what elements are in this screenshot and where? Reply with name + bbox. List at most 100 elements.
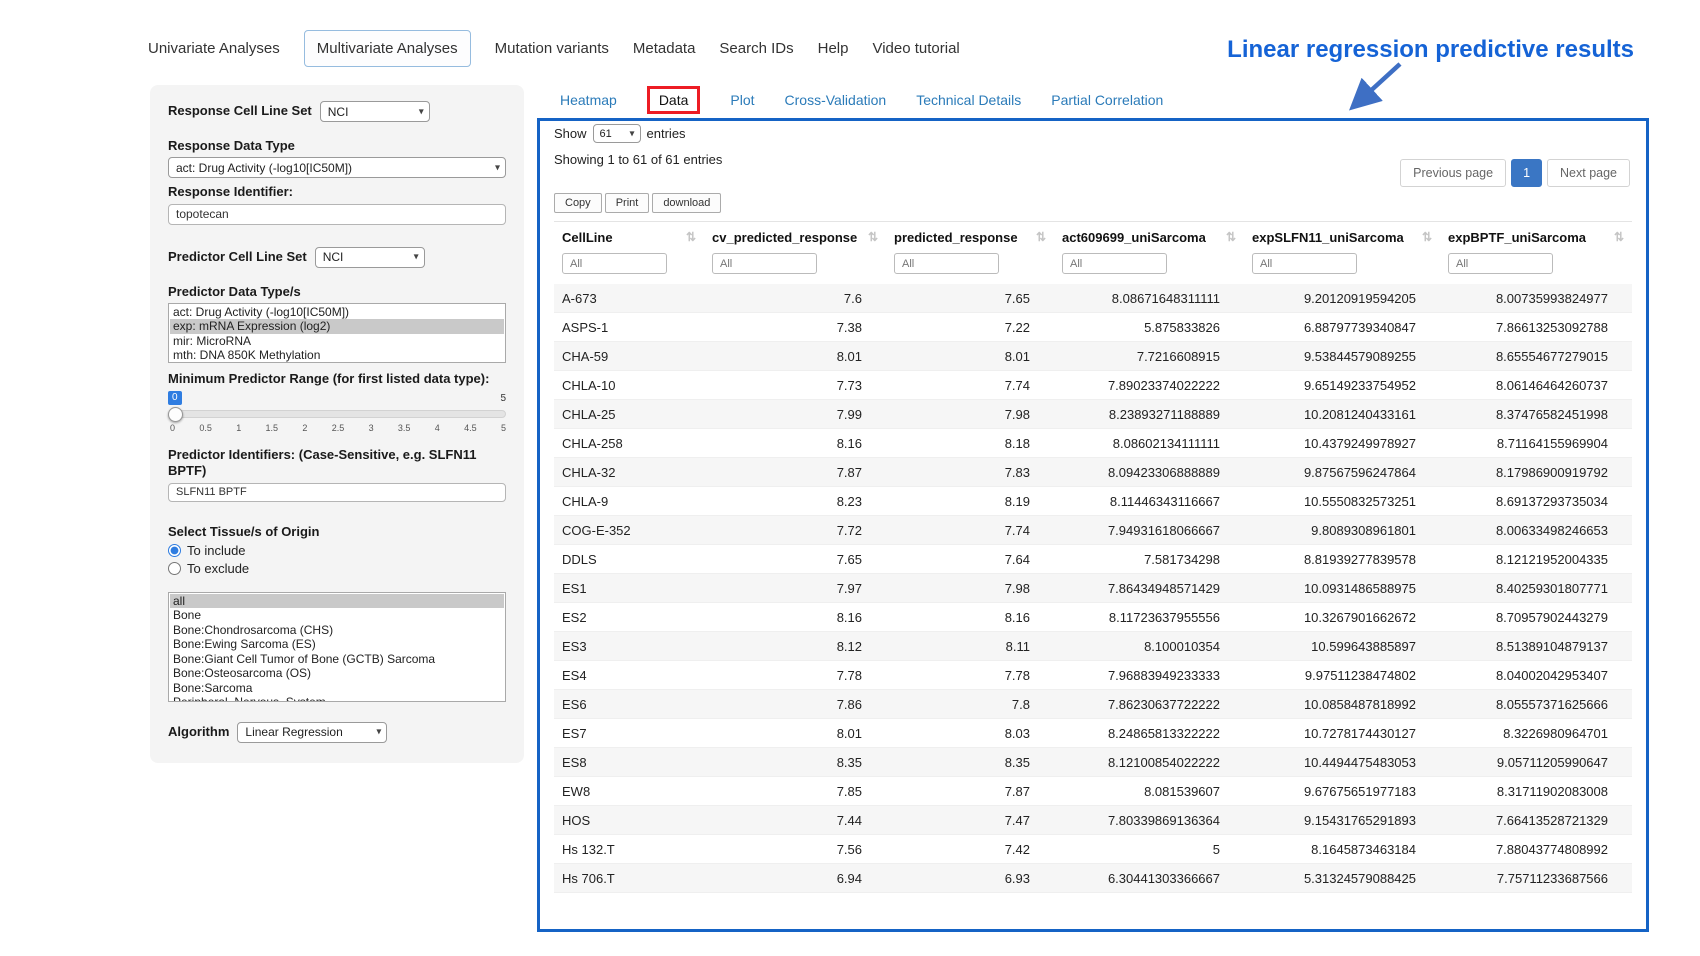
result-tab-partial-correlation[interactable]: Partial Correlation [1051, 92, 1163, 108]
cell-value: 7.78 [704, 661, 886, 690]
sort-icon[interactable]: ⇅ [868, 230, 878, 244]
tissue-mode-option-to-include[interactable]: To include [168, 543, 506, 558]
sort-icon[interactable]: ⇅ [1036, 230, 1046, 244]
slider-handle[interactable] [168, 407, 183, 422]
column-header-expslfn11-unisarcoma[interactable]: expSLFN11_uniSarcoma⇅ [1244, 222, 1440, 252]
table-row-hs-132-t[interactable]: Hs 132.T7.567.4258.16458734631847.880437… [554, 835, 1632, 864]
slider-track[interactable] [168, 410, 506, 418]
cell-value: 10.599643885897 [1244, 632, 1440, 661]
table-row-es4[interactable]: ES47.787.787.968839492333339.97511238474… [554, 661, 1632, 690]
filter-input-expbptf-unisarcoma[interactable] [1448, 253, 1553, 274]
result-tab-data[interactable]: Data [647, 86, 701, 114]
result-tab-technical-details[interactable]: Technical Details [916, 92, 1021, 108]
table-row-hos[interactable]: HOS7.447.477.803398691363649.15431765291… [554, 806, 1632, 835]
table-row-chla-258[interactable]: CHLA-2588.168.188.0860213411111110.43792… [554, 429, 1632, 458]
predictor-data-type-option-exp-mrna-expression-log2[interactable]: exp: mRNA Expression (log2) [170, 319, 504, 334]
nav-tab-search-ids[interactable]: Search IDs [719, 31, 793, 66]
table-row-es1[interactable]: ES17.977.987.8643494857142910.0931486588… [554, 574, 1632, 603]
predictor-data-type-option-mir-microrna[interactable]: mir: MicroRNA [170, 334, 504, 349]
table-row-chla-32[interactable]: CHLA-327.877.838.094233068888899.8756759… [554, 458, 1632, 487]
nav-tab-mutation-variants[interactable]: Mutation variants [495, 31, 609, 66]
cell-value: 7.89023374022222 [1054, 371, 1244, 400]
table-row-es6[interactable]: ES67.867.87.8623063772222210.08584878189… [554, 690, 1632, 719]
table-row-es8[interactable]: ES88.358.358.1210085402222210.4494475483… [554, 748, 1632, 777]
tissue-mode-radio-to-exclude[interactable] [168, 562, 181, 575]
table-row-ew8[interactable]: EW87.857.878.0815396079.676756519771838.… [554, 777, 1632, 806]
table-row-cog-e-352[interactable]: COG-E-3527.727.747.949316180666679.80893… [554, 516, 1632, 545]
column-header-cellline[interactable]: CellLine⇅ [554, 222, 704, 252]
tissue-option-bone-osteosarcoma-os[interactable]: Bone:Osteosarcoma (OS) [170, 666, 504, 681]
filter-input-cv-predicted-response[interactable] [712, 253, 817, 274]
table-row-es2[interactable]: ES28.168.168.1172363795555610.3267901662… [554, 603, 1632, 632]
tissue-option-bone[interactable]: Bone [170, 608, 504, 623]
algorithm-select[interactable]: Linear Regression [237, 722, 387, 743]
response-data-type-select[interactable]: act: Drug Activity (-log10[IC50M]) [168, 157, 506, 178]
sort-icon[interactable]: ⇅ [1226, 230, 1236, 244]
cell-value: 8.51389104879137 [1440, 632, 1632, 661]
tissue-option-bone-giant-cell-tumor-of-bone-gctb-sarcoma[interactable]: Bone:Giant Cell Tumor of Bone (GCTB) Sar… [170, 652, 504, 667]
copy-button[interactable]: Copy [554, 193, 602, 213]
nav-tab-multivariate-analyses[interactable]: Multivariate Analyses [304, 30, 471, 67]
table-row-es7[interactable]: ES78.018.038.2486581332222210.7278174430… [554, 719, 1632, 748]
tissue-option-all[interactable]: all [170, 594, 504, 609]
result-tab-heatmap[interactable]: Heatmap [560, 92, 617, 108]
tissue-option-peripheral-nervous-system[interactable]: Peripheral_Nervous_System [170, 695, 504, 702]
result-tab-cross-validation[interactable]: Cross-Validation [785, 92, 887, 108]
nav-tab-video-tutorial[interactable]: Video tutorial [872, 31, 959, 66]
tissue-mode-option-to-exclude[interactable]: To exclude [168, 561, 506, 576]
table-row-hs-706-t[interactable]: Hs 706.T6.946.936.304413033666675.313245… [554, 864, 1632, 893]
table-row-ddls[interactable]: DDLS7.657.647.5817342988.819392778395788… [554, 545, 1632, 574]
tissue-listbox[interactable]: allBoneBone:Chondrosarcoma (CHS)Bone:Ewi… [168, 592, 506, 702]
filter-input-expslfn11-unisarcoma[interactable] [1252, 253, 1357, 274]
filter-input-act609699-unisarcoma[interactable] [1062, 253, 1167, 274]
table-row-cha-59[interactable]: CHA-598.018.017.72166089159.538445790892… [554, 342, 1632, 371]
table-row-a-673[interactable]: A-6737.67.658.086716483111119.2012091959… [554, 284, 1632, 313]
response-identifier-input[interactable] [168, 204, 506, 225]
response-cell-line-set-select[interactable]: NCI [320, 101, 430, 122]
table-row-chla-25[interactable]: CHLA-257.997.988.2389327118888910.208124… [554, 400, 1632, 429]
sort-icon[interactable]: ⇅ [1422, 230, 1432, 244]
nav-tab-help[interactable]: Help [818, 31, 849, 66]
predictor-cell-line-set-select[interactable]: NCI [315, 247, 425, 268]
slider-ticks: 00.511.522.533.544.55 [170, 423, 506, 433]
table-row-chla-10[interactable]: CHLA-107.737.747.890233740222229.6514923… [554, 371, 1632, 400]
tissue-option-bone-sarcoma[interactable]: Bone:Sarcoma [170, 681, 504, 696]
nav-tab-metadata[interactable]: Metadata [633, 31, 696, 66]
entries-label: entries [647, 126, 686, 141]
cell-value: 6.94 [704, 864, 886, 893]
predictor-data-type-option-act-drug-activity-log10-ic50m[interactable]: act: Drug Activity (-log10[IC50M]) [170, 305, 504, 320]
sort-icon[interactable]: ⇅ [686, 230, 696, 244]
cell-value: 7.8 [886, 690, 1054, 719]
predictor-data-type-option-mth-dna-850k-methylation[interactable]: mth: DNA 850K Methylation [170, 348, 504, 363]
next-page-button[interactable]: Next page [1547, 159, 1630, 187]
column-header-act609699-unisarcoma[interactable]: act609699_uniSarcoma⇅ [1054, 222, 1244, 252]
entries-select[interactable]: 61 [593, 124, 641, 143]
previous-page-button[interactable]: Previous page [1400, 159, 1506, 187]
tissue-option-bone-ewing-sarcoma-es[interactable]: Bone:Ewing Sarcoma (ES) [170, 637, 504, 652]
cell-value: 8.16 [886, 603, 1054, 632]
print-button[interactable]: Print [605, 193, 650, 213]
cell-value: 8.06146464260737 [1440, 371, 1632, 400]
filter-input-predicted-response[interactable] [894, 253, 999, 274]
predictor-identifiers-input[interactable] [168, 483, 506, 502]
column-header-cv-predicted-response[interactable]: cv_predicted_response⇅ [704, 222, 886, 252]
download-button[interactable]: download [652, 193, 721, 213]
table-row-es3[interactable]: ES38.128.118.10001035410.5996438858978.5… [554, 632, 1632, 661]
cell-value: 9.8089308961801 [1244, 516, 1440, 545]
tissue-option-bone-chondrosarcoma-chs[interactable]: Bone:Chondrosarcoma (CHS) [170, 623, 504, 638]
table-row-asps-1[interactable]: ASPS-17.387.225.8758338266.8879773934084… [554, 313, 1632, 342]
cell-value: 6.30441303366667 [1054, 864, 1244, 893]
nav-tab-univariate-analyses[interactable]: Univariate Analyses [148, 31, 280, 66]
column-header-predicted-response[interactable]: predicted_response⇅ [886, 222, 1054, 252]
column-header-expbptf-unisarcoma[interactable]: expBPTF_uniSarcoma⇅ [1440, 222, 1632, 252]
page-number-button[interactable]: 1 [1511, 159, 1542, 187]
min-predictor-range-slider[interactable]: 0 5 00.511.522.533.544.55 [168, 391, 506, 437]
sort-icon[interactable]: ⇅ [1614, 230, 1624, 244]
tissue-mode-radio-to-include[interactable] [168, 544, 181, 557]
result-tab-plot[interactable]: Plot [730, 92, 754, 108]
filter-input-cellline[interactable] [562, 253, 667, 274]
cell-value: 7.74 [886, 371, 1054, 400]
cell-value: 7.44 [704, 806, 886, 835]
predictor-data-types-listbox[interactable]: act: Drug Activity (-log10[IC50M])exp: m… [168, 303, 506, 363]
table-row-chla-9[interactable]: CHLA-98.238.198.1144634311666710.5550832… [554, 487, 1632, 516]
